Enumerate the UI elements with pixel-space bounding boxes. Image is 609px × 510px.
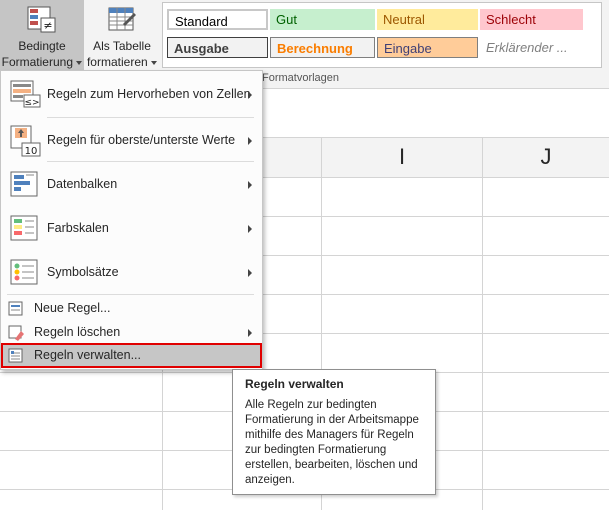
menu-item-highlight-cells-rules[interactable]: ≤> Regeln zum Hervorheben von Zellen xyxy=(1,73,262,115)
tooltip-body: Alle Regeln zur bedingten Formatierung i… xyxy=(245,399,419,486)
svg-text:≤>: ≤> xyxy=(24,98,39,108)
submenu-arrow-icon xyxy=(248,269,252,277)
format-as-table-button[interactable]: Als Tabelle formatieren xyxy=(85,0,159,72)
highlight-cells-rules-icon: ≤> xyxy=(10,80,41,108)
icon-sets-icon xyxy=(10,259,38,285)
styles-group-label: Formatvorlagen xyxy=(262,72,340,84)
menu-item-label: Farbskalen xyxy=(47,221,109,235)
menu-item-data-bars[interactable]: Datenbalken xyxy=(1,163,262,205)
submenu-arrow-icon xyxy=(248,91,252,99)
menu-item-label: Regeln zum Hervorheben von Zellen xyxy=(47,87,251,101)
manage-rules-icon xyxy=(8,348,23,363)
data-bars-icon xyxy=(10,171,38,197)
style-eingabe[interactable]: Eingabe xyxy=(377,37,478,58)
column-header-i[interactable]: I xyxy=(322,137,482,178)
style-neutral[interactable]: Neutral xyxy=(377,9,478,30)
submenu-arrow-icon xyxy=(248,137,252,145)
format-as-table-icon xyxy=(107,4,137,39)
clear-rules-icon xyxy=(8,325,24,341)
conditional-formatting-label-1: Bedingte xyxy=(18,39,66,53)
submenu-arrow-icon xyxy=(248,181,252,189)
dropdown-arrow-icon xyxy=(151,60,158,65)
svg-text:≠: ≠ xyxy=(43,19,52,32)
format-as-table-label-1: Als Tabelle xyxy=(93,39,151,53)
menu-item-label: Regeln löschen xyxy=(34,325,121,339)
manage-rules-tooltip: Regeln verwalten Alle Regeln zur bedingt… xyxy=(232,369,436,495)
style-schlecht[interactable]: Schlecht xyxy=(480,9,583,30)
conditional-formatting-label-2: Formatierung xyxy=(1,55,74,69)
menu-item-label: Symbolsätze xyxy=(47,265,119,279)
menu-item-manage-rules[interactable]: Regeln verwalten... xyxy=(1,343,262,368)
menu-item-new-rule[interactable]: Neue Regel... xyxy=(1,297,262,321)
top-bottom-rules-icon: 10 xyxy=(10,125,41,157)
conditional-formatting-menu: ≤> Regeln zum Hervorheben von Zellen 10 … xyxy=(0,70,263,370)
style-berechnung[interactable]: Berechnung xyxy=(270,37,375,58)
menu-item-icon-sets[interactable]: Symbolsätze xyxy=(1,251,262,293)
style-ausgabe[interactable]: Ausgabe xyxy=(167,37,268,58)
menu-item-color-scales[interactable]: Farbskalen xyxy=(1,207,262,249)
format-as-table-label-2: formatieren xyxy=(86,55,148,69)
color-scales-icon xyxy=(10,215,38,241)
menu-item-top-bottom-rules[interactable]: 10 Regeln für oberste/unterste Werte xyxy=(1,119,262,161)
menu-item-clear-rules[interactable]: Regeln löschen xyxy=(1,321,262,345)
menu-item-label: Regeln verwalten... xyxy=(34,348,142,362)
conditional-formatting-button[interactable]: ≠ Bedingte Formatierung xyxy=(0,0,84,72)
svg-text:10: 10 xyxy=(25,146,38,157)
menu-item-label: Datenbalken xyxy=(47,177,118,191)
new-rule-icon xyxy=(8,301,23,316)
style-gut[interactable]: Gut xyxy=(270,9,375,30)
dropdown-arrow-icon xyxy=(76,60,83,65)
cell-styles-gallery: Standard Gut Neutral Schlecht Ausgabe Be… xyxy=(162,2,602,68)
conditional-formatting-icon: ≠ xyxy=(27,4,57,39)
tooltip-title: Regeln verwalten xyxy=(245,377,344,391)
style-standard[interactable]: Standard xyxy=(167,9,268,30)
submenu-arrow-icon xyxy=(248,225,252,233)
menu-item-label: Neue Regel... xyxy=(34,301,111,315)
submenu-arrow-icon xyxy=(248,329,252,337)
menu-item-label: Regeln für oberste/unterste Werte xyxy=(47,133,236,147)
column-header-j[interactable]: J xyxy=(483,137,609,178)
style-erklaerender[interactable]: Erklärender ... xyxy=(480,37,583,58)
